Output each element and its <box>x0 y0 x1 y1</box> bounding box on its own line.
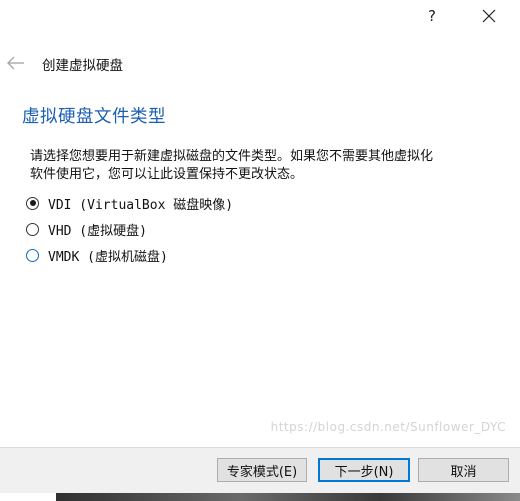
description-line-2: 软件使用它，您可以让此设置保持不更改状态。 <box>30 167 304 182</box>
radio-button-vmdk[interactable] <box>26 248 39 262</box>
radio-button-vhd[interactable] <box>26 222 39 236</box>
background-strip <box>0 493 520 501</box>
help-icon: ? <box>428 7 436 25</box>
wizard-header: 创建虚拟硬盘 <box>0 48 520 80</box>
close-icon <box>482 9 496 23</box>
wizard-title: 创建虚拟硬盘 <box>42 58 123 74</box>
help-button[interactable]: ? <box>409 0 455 32</box>
next-button[interactable]: 下一步(N) <box>318 458 410 482</box>
cancel-button[interactable]: 取消 <box>418 458 509 482</box>
radio-option-vmdk[interactable]: VMDK (虚拟机磁盘) <box>26 245 168 265</box>
radio-label-vdi: VDI (VirtualBox 磁盘映像) <box>48 197 234 213</box>
back-arrow-icon[interactable] <box>6 55 26 71</box>
button-bar: 专家模式(E) 下一步(N) 取消 <box>0 447 520 494</box>
radio-option-vdi[interactable]: VDI (VirtualBox 磁盘映像) <box>26 193 233 213</box>
title-bar: ? <box>0 0 520 32</box>
close-button[interactable] <box>466 0 512 32</box>
radio-button-vdi[interactable] <box>26 196 39 210</box>
background-image-edge <box>56 493 520 501</box>
radio-label-vhd: VHD (虚拟硬盘) <box>48 223 147 239</box>
radio-option-vhd[interactable]: VHD (虚拟硬盘) <box>26 219 147 239</box>
expert-mode-button[interactable]: 专家模式(E) <box>217 458 307 482</box>
page-title: 虚拟硬盘文件类型 <box>22 107 166 127</box>
watermark: https://blog.csdn.net/Sunflower_DYC <box>270 420 506 434</box>
description-line-1: 请选择您想要用于新建虚拟磁盘的文件类型。如果您不需要其他虚拟化 <box>30 149 434 164</box>
page-description: 请选择您想要用于新建虚拟磁盘的文件类型。如果您不需要其他虚拟化 软件使用它，您可… <box>30 148 500 184</box>
radio-label-vmdk: VMDK (虚拟机磁盘) <box>48 249 168 265</box>
